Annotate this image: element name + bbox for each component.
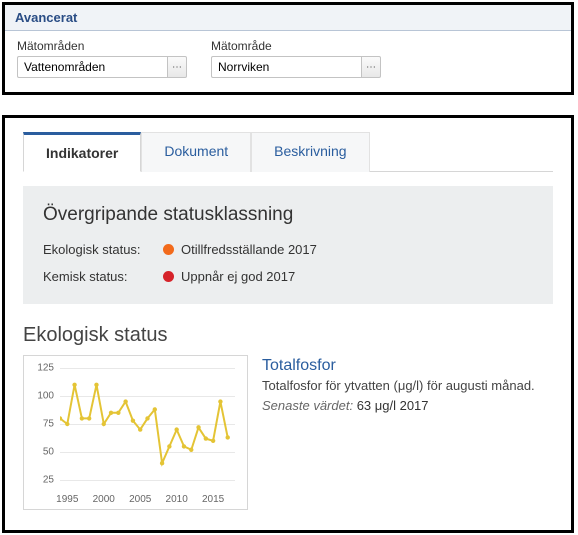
indicator-row: 25 50 75 100 125 1995 2000 2005 2010 2015 Totalfo… bbox=[23, 355, 553, 510]
y-axis-tick: 75 bbox=[32, 419, 54, 430]
status-value: Otillfredsställande 2017 bbox=[181, 242, 317, 257]
combo-matomraden: ⋯ bbox=[17, 56, 187, 78]
combo-matomrade: ⋯ bbox=[211, 56, 381, 78]
section-heading: Ekologisk status bbox=[23, 324, 553, 347]
field-matomraden: Mätområden ⋯ bbox=[17, 39, 187, 78]
ellipsis-icon: ⋯ bbox=[366, 62, 376, 73]
latest-label: Senaste värdet: bbox=[262, 398, 353, 413]
field-matomrade: Mätområde ⋯ bbox=[211, 39, 381, 78]
status-value: Uppnår ej god 2017 bbox=[181, 269, 295, 284]
status-row-ecological: Ekologisk status: Otillfredsställande 20… bbox=[43, 242, 533, 257]
y-axis-tick: 100 bbox=[32, 391, 54, 402]
ellipsis-icon: ⋯ bbox=[172, 62, 182, 73]
status-label: Ekologisk status: bbox=[43, 242, 163, 257]
chart-thumbnail[interactable]: 25 50 75 100 125 1995 2000 2005 2010 2015 bbox=[23, 355, 248, 510]
status-dot-orange-icon bbox=[163, 244, 174, 255]
x-axis-tick: 2000 bbox=[93, 494, 115, 505]
chart-area: 25 50 75 100 125 1995 2000 2005 2010 2015 bbox=[32, 362, 239, 505]
status-title: Övergripande statusklassning bbox=[43, 204, 533, 226]
panel-header: Avancerat bbox=[5, 5, 571, 31]
latest-value: 63 μg/l 2017 bbox=[357, 398, 429, 413]
x-axis-tick: 1995 bbox=[56, 494, 78, 505]
indicator-info: Totalfosfor Totalfosfor för ytvatten (μg… bbox=[262, 355, 553, 413]
indicator-description: Totalfosfor för ytvatten (μg/l) för augu… bbox=[262, 378, 553, 393]
tab-indikatorer[interactable]: Indikatorer bbox=[23, 132, 141, 172]
panel-body: Mätområden ⋯ Mätområde ⋯ bbox=[5, 31, 571, 92]
tab-bar: Indikatorer Dokument Beskrivning bbox=[23, 132, 553, 172]
matomrade-input[interactable] bbox=[211, 56, 361, 78]
y-axis-tick: 50 bbox=[32, 447, 54, 458]
status-dot-red-icon bbox=[163, 271, 174, 282]
y-axis-tick: 125 bbox=[32, 363, 54, 374]
status-label: Kemisk status: bbox=[43, 269, 163, 284]
y-axis-tick: 25 bbox=[32, 475, 54, 486]
x-axis-tick: 2015 bbox=[202, 494, 224, 505]
chart-line bbox=[60, 368, 235, 480]
x-axis-tick: 2010 bbox=[166, 494, 188, 505]
dropdown-button[interactable]: ⋯ bbox=[167, 56, 187, 78]
status-row-chemical: Kemisk status: Uppnår ej god 2017 bbox=[43, 269, 533, 284]
field-label: Mätområde bbox=[211, 39, 381, 53]
advanced-filter-panel: Avancerat Mätområden ⋯ Mätområde ⋯ bbox=[2, 2, 574, 95]
indicator-title[interactable]: Totalfosfor bbox=[262, 357, 553, 375]
indicator-latest: Senaste värdet: 63 μg/l 2017 bbox=[262, 398, 553, 413]
tab-beskrivning[interactable]: Beskrivning bbox=[251, 132, 369, 172]
x-axis-tick: 2005 bbox=[129, 494, 151, 505]
field-label: Mätområden bbox=[17, 39, 187, 53]
results-panel: Indikatorer Dokument Beskrivning Övergri… bbox=[2, 115, 574, 533]
matomraden-input[interactable] bbox=[17, 56, 167, 78]
dropdown-button[interactable]: ⋯ bbox=[361, 56, 381, 78]
status-classification-box: Övergripande statusklassning Ekologisk s… bbox=[23, 186, 553, 304]
tab-dokument[interactable]: Dokument bbox=[141, 132, 251, 172]
